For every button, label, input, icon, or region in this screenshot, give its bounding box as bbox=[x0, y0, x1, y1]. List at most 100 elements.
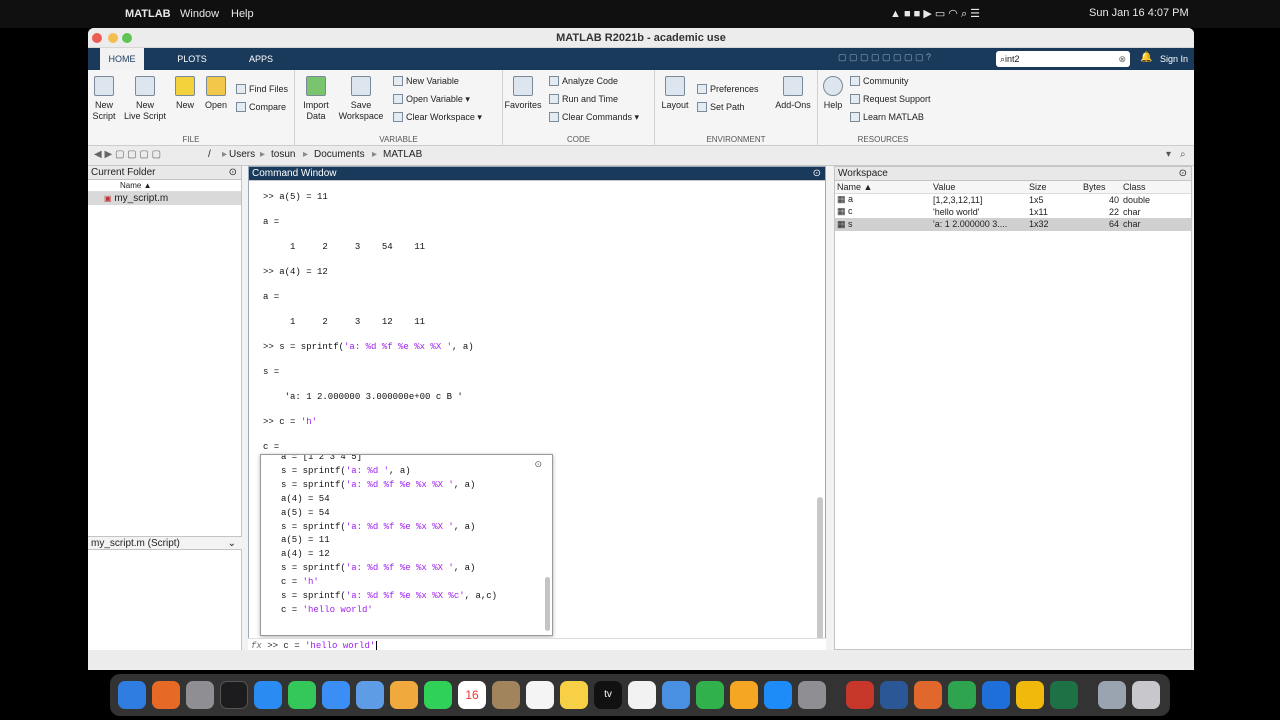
sign-in-link[interactable]: Sign In bbox=[1160, 48, 1188, 70]
workspace-row[interactable]: ▦ a [1,2,3,12,11] 1x5 40 double bbox=[835, 193, 1191, 206]
support-icon bbox=[850, 94, 860, 104]
run-and-time-button[interactable]: Run and Time bbox=[549, 94, 618, 104]
new-script-button[interactable]: New Script bbox=[90, 76, 118, 122]
chevron-down-icon[interactable]: ▾ bbox=[1166, 149, 1171, 160]
binance-icon[interactable] bbox=[1016, 681, 1044, 709]
pages-icon[interactable] bbox=[730, 681, 758, 709]
matlab-window: MATLAB R2021b - academic use HOME PLOTS … bbox=[88, 28, 1194, 670]
chevron-down-icon[interactable]: ⌄ bbox=[228, 537, 236, 551]
column-header-name[interactable]: Name ▲ bbox=[88, 180, 241, 192]
maps-icon[interactable] bbox=[356, 681, 384, 709]
analyze-code-button[interactable]: Analyze Code bbox=[549, 76, 618, 86]
popup-menu-icon[interactable]: ⊙ bbox=[534, 459, 542, 470]
messages-icon[interactable] bbox=[288, 681, 316, 709]
safari-icon[interactable] bbox=[254, 681, 282, 709]
new-variable-button[interactable]: New Variable bbox=[393, 76, 459, 86]
column-header-bytes[interactable]: Bytes bbox=[1081, 181, 1121, 194]
menu-item-help[interactable]: Help bbox=[231, 8, 254, 20]
column-header-class[interactable]: Class bbox=[1121, 181, 1191, 194]
path-documents[interactable]: Documents bbox=[314, 149, 365, 160]
status-icons[interactable]: ▲ ■ ■ ▶ ▭ ◠ ⌕ ☰ bbox=[890, 7, 980, 21]
set-path-button[interactable]: Set Path bbox=[697, 102, 745, 112]
clear-workspace-button[interactable]: Clear Workspace ▾ bbox=[393, 112, 482, 123]
command-history-popup[interactable]: a = [1 2 3 4 5] s = sprintf('a: %d ', a)… bbox=[260, 454, 553, 636]
save-workspace-button[interactable]: Save Workspace bbox=[337, 76, 385, 122]
quick-access-toolbar[interactable]: ▢ ▢ ▢ ▢ ▢ ▢ ▢ ▢ ? bbox=[838, 52, 988, 66]
import-data-button[interactable]: Import Data bbox=[299, 76, 333, 122]
news-icon[interactable] bbox=[628, 681, 656, 709]
new-button[interactable]: New bbox=[174, 76, 196, 111]
clear-search-icon[interactable]: ⊗ bbox=[1118, 51, 1126, 67]
workspace-row[interactable]: ▦ s'a: 1 2.000000 3.... 1x32 64 char bbox=[835, 218, 1191, 231]
matlab-icon[interactable] bbox=[914, 681, 942, 709]
request-support-button[interactable]: Request Support bbox=[850, 94, 931, 104]
tab-plots[interactable]: PLOTS bbox=[172, 48, 212, 70]
word-icon[interactable] bbox=[880, 681, 908, 709]
community-button[interactable]: Community bbox=[850, 76, 909, 86]
panel-menu-icon[interactable]: ⊙ bbox=[813, 167, 821, 181]
find-files-button[interactable]: Find Files bbox=[236, 84, 288, 94]
excel-icon[interactable] bbox=[1050, 681, 1078, 709]
reminders-icon[interactable] bbox=[526, 681, 554, 709]
learn-matlab-button[interactable]: Learn MATLAB bbox=[850, 112, 924, 122]
preferences-button[interactable]: Preferences bbox=[697, 84, 759, 94]
launchpad-icon[interactable] bbox=[186, 681, 214, 709]
apple-tv-icon[interactable]: tv bbox=[594, 681, 622, 709]
favorites-button[interactable]: Favorites bbox=[503, 76, 543, 111]
new-live-script-button[interactable]: New Live Script bbox=[122, 76, 168, 122]
column-header-name[interactable]: Name ▲ bbox=[835, 181, 931, 194]
powerpoint-icon[interactable] bbox=[846, 681, 874, 709]
scrollbar[interactable] bbox=[817, 497, 823, 647]
save-icon bbox=[351, 76, 371, 96]
calendar-icon[interactable]: 16 bbox=[458, 681, 486, 709]
open-variable-button[interactable]: Open Variable ▾ bbox=[393, 94, 470, 105]
app-store-icon[interactable] bbox=[764, 681, 792, 709]
bell-icon[interactable]: 🔔 bbox=[1140, 52, 1152, 63]
firefox-icon[interactable] bbox=[152, 681, 180, 709]
open-button[interactable]: Open bbox=[203, 76, 229, 111]
path-users[interactable]: Users bbox=[229, 149, 255, 160]
panel-menu-icon[interactable]: ⊙ bbox=[1179, 167, 1187, 181]
path-root[interactable]: / bbox=[208, 149, 211, 160]
clear-commands-button[interactable]: Clear Commands ▾ bbox=[549, 112, 639, 123]
facetime-icon[interactable] bbox=[424, 681, 452, 709]
close-window-button[interactable] bbox=[92, 33, 102, 43]
system-preferences-icon[interactable] bbox=[798, 681, 826, 709]
clock[interactable]: Sun Jan 16 4:07 PM bbox=[1089, 7, 1189, 19]
downloads-folder-icon[interactable] bbox=[1098, 681, 1126, 709]
trash-icon[interactable] bbox=[1132, 681, 1160, 709]
vpn-icon[interactable] bbox=[982, 681, 1010, 709]
details-panel-header[interactable]: my_script.m (Script) ⌄ bbox=[88, 536, 242, 550]
column-header-size[interactable]: Size bbox=[1027, 181, 1081, 194]
notes-icon[interactable] bbox=[560, 681, 588, 709]
photos-icon[interactable] bbox=[390, 681, 418, 709]
search-folder-icon[interactable]: ⌕ bbox=[1180, 149, 1186, 160]
mail-icon[interactable] bbox=[322, 681, 350, 709]
column-header-value[interactable]: Value bbox=[931, 181, 1027, 194]
history-scrollbar[interactable] bbox=[545, 577, 550, 631]
layout-button[interactable]: Layout bbox=[659, 76, 691, 111]
tab-home[interactable]: HOME bbox=[100, 48, 144, 70]
menu-app-name[interactable]: MATLAB bbox=[125, 8, 171, 20]
numbers-icon[interactable] bbox=[696, 681, 724, 709]
history-list[interactable]: a = [1 2 3 4 5] s = sprintf('a: %d ', a)… bbox=[281, 455, 497, 618]
search-field[interactable]: ⌕int2 ⊗ bbox=[996, 51, 1130, 67]
file-item[interactable]: ▣ my_script.m bbox=[88, 192, 241, 205]
contacts-icon[interactable] bbox=[492, 681, 520, 709]
terminal-icon[interactable] bbox=[220, 681, 248, 709]
navigation-icons[interactable]: ◀ ▶ ▢ ▢ ▢ ▢ bbox=[94, 149, 161, 160]
finder-icon[interactable] bbox=[118, 681, 146, 709]
compare-button[interactable]: Compare bbox=[236, 102, 286, 112]
zoom-window-button[interactable] bbox=[122, 33, 132, 43]
minimize-window-button[interactable] bbox=[108, 33, 118, 43]
help-button[interactable]: Help bbox=[822, 76, 844, 111]
tab-apps[interactable]: APPS bbox=[242, 48, 280, 70]
overleaf-icon[interactable] bbox=[948, 681, 976, 709]
path-matlab[interactable]: MATLAB bbox=[383, 149, 422, 160]
add-ons-button[interactable]: Add-Ons bbox=[773, 76, 813, 111]
keynote-icon[interactable] bbox=[662, 681, 690, 709]
workspace-row[interactable]: ▦ c 'hello world' 1x11 22 char bbox=[835, 206, 1191, 219]
panel-menu-icon[interactable]: ⊙ bbox=[229, 166, 237, 180]
menu-item-window[interactable]: Window bbox=[180, 8, 219, 20]
path-tosun[interactable]: tosun bbox=[271, 149, 295, 160]
